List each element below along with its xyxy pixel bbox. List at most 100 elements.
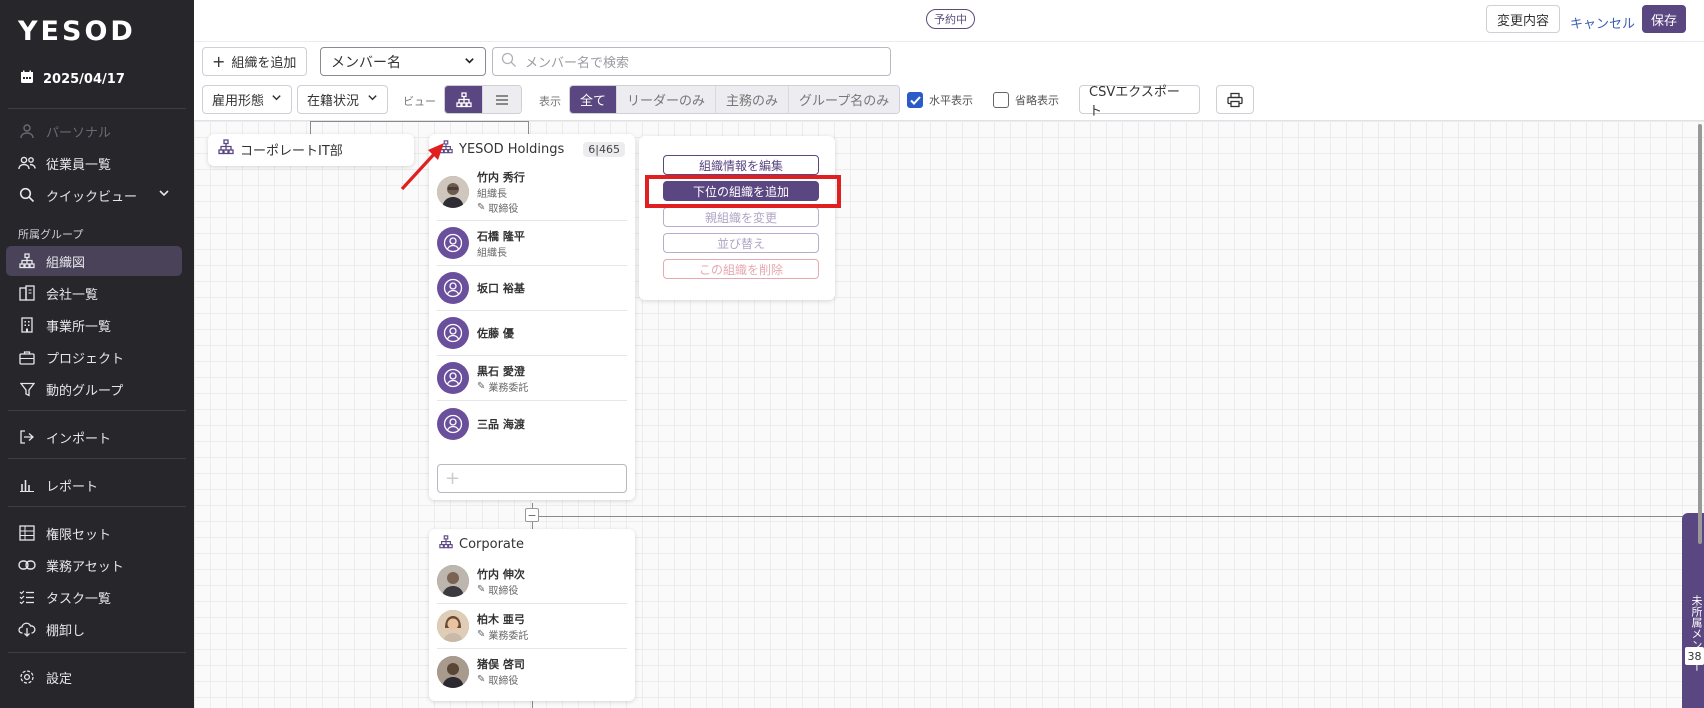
canvas-scrollbar[interactable] xyxy=(1698,124,1702,544)
add-org-button[interactable]: + 組織を追加 xyxy=(202,47,307,76)
changes-button[interactable]: 変更内容 xyxy=(1486,5,1561,33)
company-icon xyxy=(18,284,36,302)
current-date[interactable]: 2025/04/17 xyxy=(20,70,125,88)
change-parent-org-button[interactable]: 親組織を変更 xyxy=(663,207,819,227)
avatar-placeholder xyxy=(437,407,469,440)
member-name: 三品 海渡 xyxy=(477,417,525,431)
nav-org-chart[interactable]: 組織図 xyxy=(6,246,182,276)
display-option-leaders[interactable]: リーダーのみ xyxy=(617,86,717,113)
member-role: 組織長 xyxy=(477,247,507,259)
import-icon xyxy=(18,428,36,446)
member-row[interactable]: 三品 海渡 xyxy=(437,401,627,446)
csv-export-button[interactable]: CSVエクスポート xyxy=(1079,85,1200,119)
nav-quick-view[interactable]: クイックビュー xyxy=(6,180,182,210)
member-row[interactable]: 黒石 愛澄 ✎ 業務委託 xyxy=(437,356,627,401)
org-name: YESOD Holdings xyxy=(459,141,565,157)
member-tag-text: 取締役 xyxy=(488,204,519,215)
org-chart-icon xyxy=(18,252,36,270)
nav-business-asset[interactable]: 業務アセット xyxy=(6,550,182,580)
member-tag: ✎ 取締役 xyxy=(477,200,525,215)
member-row[interactable]: 竹内 伸次 ✎ 取締役 xyxy=(437,559,627,604)
display-option-primary[interactable]: 主務のみ xyxy=(716,86,790,113)
member-field-select[interactable]: メンバー名 xyxy=(320,47,486,76)
chevron-down-icon xyxy=(367,92,378,107)
org-name: Corporate xyxy=(459,536,524,552)
checkbox-checked[interactable] xyxy=(907,92,923,108)
avatar-placeholder xyxy=(437,362,469,394)
display-option-group-names[interactable]: グループ名のみ xyxy=(789,86,900,113)
print-button[interactable] xyxy=(1216,85,1254,114)
nav-permission-set[interactable]: 権限セット xyxy=(6,518,182,548)
nav-settings[interactable]: 設定 xyxy=(6,662,182,692)
org-card-header[interactable]: Corporate xyxy=(429,529,635,559)
member-tag: ✎ 取締役 xyxy=(477,672,525,687)
nav-inventory[interactable]: 棚卸し xyxy=(6,614,182,644)
org-chart-canvas[interactable] xyxy=(194,120,1704,708)
avatar-photo xyxy=(437,655,469,688)
compact-display-checkbox[interactable]: 省略表示 xyxy=(993,92,1059,108)
member-search-input[interactable]: メンバー名で検索 xyxy=(492,47,891,76)
member-count-badge: 6|465 xyxy=(583,141,625,157)
person-icon xyxy=(18,122,36,140)
connector-line xyxy=(528,121,529,135)
employment-type-filter[interactable]: 雇用形態 xyxy=(202,85,292,114)
avatar-placeholder xyxy=(437,317,469,349)
status-filter-label: 在籍状況 xyxy=(307,94,360,109)
cancel-button[interactable]: キャンセル xyxy=(1570,8,1635,36)
nav-project[interactable]: プロジェクト xyxy=(6,342,182,372)
avatar-placeholder xyxy=(437,272,469,304)
calendar-icon xyxy=(20,70,34,88)
org-card-corporate[interactable]: Corporate 竹内 伸次 ✎ 取締役 柏木 亜弓 ✎ 業務委託 猪俣 啓司 ✎… xyxy=(429,529,635,701)
view-toggle xyxy=(444,85,522,114)
nav-task-list[interactable]: タスク一覧 xyxy=(6,582,182,612)
employment-status-filter[interactable]: 在籍状況 xyxy=(297,85,388,114)
nav-company-list[interactable]: 会社一覧 xyxy=(6,278,182,308)
member-tag-text: 取締役 xyxy=(488,676,519,687)
nav-label: タスク一覧 xyxy=(46,591,112,607)
yesod-logo[interactable]: YESOD xyxy=(18,16,136,47)
nav-label: 棚卸し xyxy=(46,623,86,639)
member-row[interactable]: 佐藤 優 xyxy=(437,311,627,356)
member-row[interactable]: 猪俣 啓司 ✎ 取締役 xyxy=(437,649,627,694)
nav-office-list[interactable]: 事業所一覧 xyxy=(6,310,182,340)
nav-label: レポート xyxy=(46,479,99,495)
sort-button[interactable]: 並び替え xyxy=(663,233,819,253)
member-row[interactable]: 柏木 亜弓 ✎ 業務委託 xyxy=(437,604,627,649)
member-select-value: メンバー名 xyxy=(331,54,401,71)
filter-icon xyxy=(18,380,36,398)
nav-label: 従業員一覧 xyxy=(46,157,112,173)
horizontal-display-checkbox[interactable]: 水平表示 xyxy=(907,92,973,108)
org-context-menu: 組織情報を編集 下位の組織を追加 親組織を変更 並び替え この組織を削除 xyxy=(639,136,835,300)
nav-label: 組織図 xyxy=(46,255,86,271)
member-row[interactable]: 坂口 裕基 xyxy=(437,266,627,311)
nav-report[interactable]: レポート xyxy=(6,470,182,500)
nav-employee-list[interactable]: 従業員一覧 xyxy=(6,148,182,178)
member-tag-text: 業務委託 xyxy=(488,382,529,394)
collapse-toggle[interactable]: − xyxy=(525,508,539,522)
connector-line xyxy=(310,121,311,135)
org-card-yesod-holdings[interactable]: YESOD Holdings 6|465 竹内 秀行 組織長 ✎ 取締役 石橋 隆… xyxy=(429,134,635,500)
member-row[interactable]: 石橋 隆平 組織長 xyxy=(437,221,627,266)
display-option-all[interactable]: 全て xyxy=(570,86,618,113)
view-list-button[interactable] xyxy=(483,86,521,113)
edit-org-button[interactable]: 組織情報を編集 xyxy=(663,155,819,175)
grid-icon xyxy=(18,524,36,542)
connector-line xyxy=(310,121,528,122)
nav-dynamic-group[interactable]: 動的グループ xyxy=(6,374,182,404)
member-name: 柏木 亜弓 xyxy=(477,612,525,626)
save-button[interactable]: 保存 xyxy=(1642,5,1687,33)
org-card-corporate-it[interactable]: コーポレートIT部 xyxy=(208,134,414,166)
checkbox-unchecked[interactable] xyxy=(993,92,1009,108)
org-chart-icon xyxy=(218,139,234,159)
member-tag: ✎ 業務委託 xyxy=(477,379,528,394)
org-card-header[interactable]: YESOD Holdings 6|465 xyxy=(429,134,635,164)
view-tree-button[interactable] xyxy=(445,86,483,113)
nav-personal[interactable]: パーソナル xyxy=(6,116,182,146)
add-member-input[interactable]: + xyxy=(437,464,627,493)
nav-label: インポート xyxy=(46,431,112,447)
org-chart-icon xyxy=(439,535,453,553)
nav-import[interactable]: インポート xyxy=(6,422,182,452)
delete-org-button[interactable]: この組織を削除 xyxy=(663,259,819,279)
member-row[interactable]: 竹内 秀行 組織長 ✎ 取締役 xyxy=(437,164,627,221)
member-name: 黒石 愛澄 xyxy=(477,364,525,378)
